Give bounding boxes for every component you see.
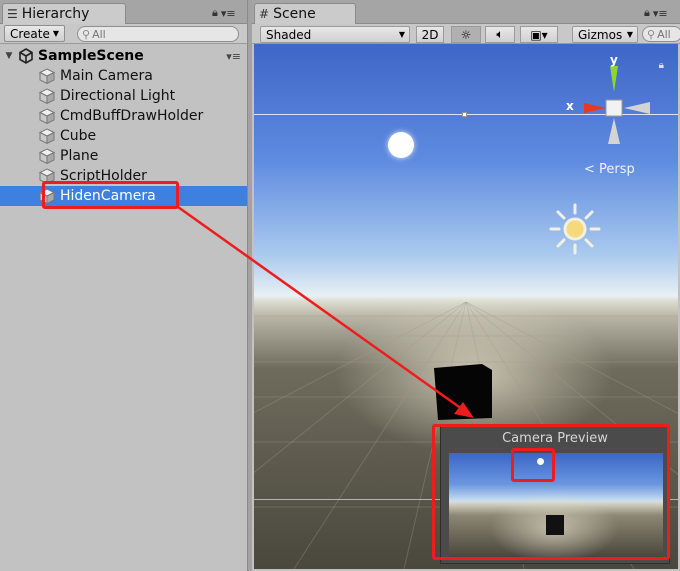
- hierarchy-search-field[interactable]: ⚲: [77, 26, 239, 42]
- scene-search-input[interactable]: [657, 27, 678, 41]
- menu-icon[interactable]: ▾≡: [653, 7, 668, 20]
- hierarchy-item-label: CmdBuffDrawHolder: [60, 108, 204, 124]
- gizmo-lock-icon[interactable]: 🔒︎: [659, 60, 664, 71]
- menu-icon[interactable]: ▾≡: [221, 7, 236, 20]
- hierarchy-item[interactable]: Plane: [0, 146, 247, 166]
- highlight-box-preview-sun: [511, 448, 555, 482]
- gameobject-cube-icon: [38, 68, 56, 85]
- scene-panel-controls: 🔒︎ ▾≡: [644, 6, 668, 20]
- tab-scene-label: Scene: [273, 6, 316, 22]
- hierarchy-toolbar: Create ▼ ⚲: [0, 24, 247, 44]
- hierarchy-panel: ☰ Hierarchy 🔒︎ ▾≡ Create ▼ ⚲ ▼ SampleSce…: [0, 0, 248, 571]
- cube-object[interactable]: [434, 362, 492, 420]
- gameobject-cube-icon: [38, 88, 56, 105]
- hierarchy-panel-controls: 🔒︎ ▾≡: [212, 6, 236, 20]
- tab-scene[interactable]: # Scene: [254, 3, 356, 24]
- audio-toggle-button[interactable]: 🔈︎: [485, 26, 515, 43]
- tab-hierarchy[interactable]: ☰ Hierarchy: [2, 3, 126, 24]
- hierarchy-item[interactable]: Main Camera: [0, 66, 247, 86]
- mode-2d-button[interactable]: 2D: [416, 26, 444, 43]
- gizmos-label: Gizmos: [578, 27, 623, 42]
- shading-mode-dropdown[interactable]: Shaded ▼: [260, 26, 410, 43]
- scene-menu-icon[interactable]: ▾≡: [226, 50, 241, 63]
- projection-label[interactable]: < Persp: [584, 162, 635, 177]
- scene-name: SampleScene: [38, 48, 144, 64]
- hierarchy-item-label: Directional Light: [60, 88, 176, 104]
- hierarchy-search-input[interactable]: [92, 27, 233, 41]
- effects-toggle-button[interactable]: ▣▾: [520, 26, 558, 43]
- scene-toolbar: Shaded ▼ 2D ☼ 🔈︎ ▣▾ Gizmos ▼ ⚲: [252, 24, 680, 44]
- list-icon: ☰: [7, 7, 18, 21]
- sun-disc: [388, 132, 414, 158]
- gizmo-y-arrow[interactable]: [610, 66, 618, 92]
- shading-mode-value: Shaded: [266, 27, 312, 42]
- create-button[interactable]: Create ▼: [4, 25, 66, 42]
- gameobject-cube-icon: [38, 108, 56, 125]
- caret-down-icon: ▼: [52, 29, 60, 38]
- lock-icon[interactable]: 🔒︎: [644, 6, 650, 20]
- unity-logo-icon: [19, 48, 33, 64]
- gameobject-cube-icon: [38, 128, 56, 145]
- orientation-gizmo[interactable]: [570, 54, 666, 150]
- lighting-toggle-button[interactable]: ☼: [451, 26, 481, 43]
- mode-2d-label: 2D: [421, 27, 439, 42]
- speaker-icon: 🔈︎: [496, 27, 504, 41]
- scene-tab-strip: # Scene 🔒︎ ▾≡: [252, 0, 680, 24]
- directional-light-icon[interactable]: [548, 202, 602, 256]
- hierarchy-item[interactable]: Cube: [0, 126, 247, 146]
- search-icon[interactable]: ⚲: [647, 28, 655, 41]
- hierarchy-item-label: Plane: [60, 148, 99, 164]
- highlight-box-camera-preview: [432, 424, 670, 560]
- gizmo-center-cube[interactable]: [605, 99, 623, 117]
- image-icon: ▣▾: [530, 27, 548, 42]
- selection-handle[interactable]: [462, 112, 467, 117]
- projection-value: Persp: [599, 162, 635, 177]
- gizmo-x-arrow[interactable]: [584, 103, 606, 113]
- hierarchy-tab-strip: ☰ Hierarchy 🔒︎ ▾≡: [0, 0, 247, 24]
- tab-hierarchy-label: Hierarchy: [21, 6, 90, 22]
- hierarchy-item[interactable]: Directional Light: [0, 86, 247, 106]
- fold-arrow-icon[interactable]: ▼: [2, 51, 16, 61]
- hierarchy-item[interactable]: CmdBuffDrawHolder: [0, 106, 247, 126]
- create-button-label: Create: [10, 26, 50, 41]
- gameobject-cube-icon: [38, 148, 56, 165]
- gizmo-y-label: y: [610, 53, 618, 67]
- hierarchy-item-label: Main Camera: [60, 68, 153, 84]
- search-icon[interactable]: ⚲: [82, 28, 90, 41]
- caret-down-icon: ▼: [626, 30, 633, 39]
- highlight-box-hidencamera: [42, 181, 179, 209]
- gizmos-dropdown[interactable]: Gizmos ▼: [572, 26, 638, 43]
- caret-down-icon: ▼: [398, 30, 405, 39]
- scene-search-field[interactable]: ⚲: [642, 26, 680, 42]
- sun-icon: ☼: [460, 27, 472, 42]
- hierarchy-item-label: Cube: [60, 128, 97, 144]
- grid-icon: #: [259, 7, 270, 21]
- gizmo-neg-x-arrow[interactable]: [624, 102, 650, 114]
- scene-root-row[interactable]: ▼ SampleScene ▾≡: [0, 46, 247, 66]
- perspective-icon: <: [584, 162, 595, 177]
- gizmo-neg-z-arrow[interactable]: [608, 118, 620, 144]
- lock-icon[interactable]: 🔒︎: [212, 6, 218, 20]
- gizmo-x-label: x: [566, 99, 574, 113]
